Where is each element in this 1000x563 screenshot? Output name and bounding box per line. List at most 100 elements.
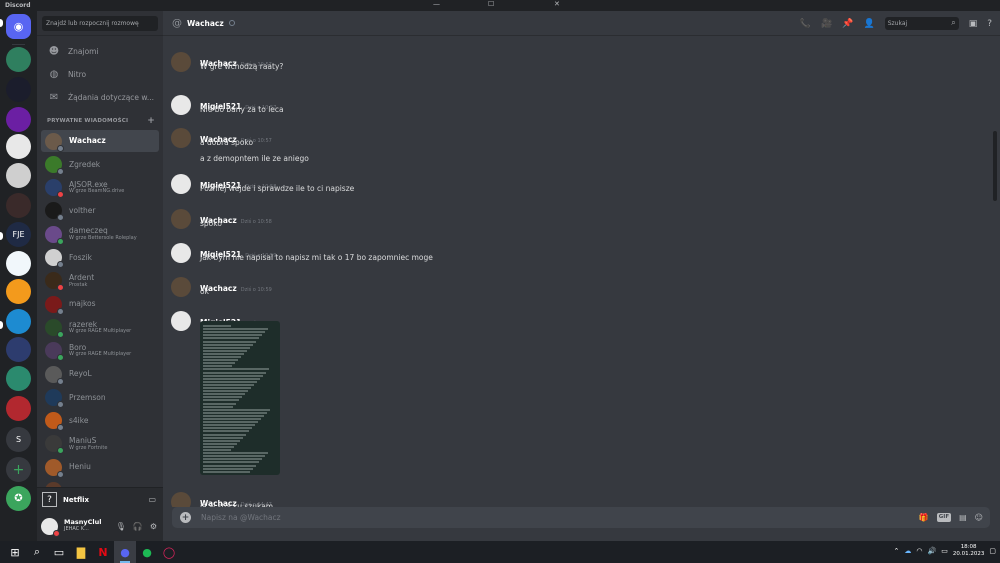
dm-item-przemson[interactable]: Przemson bbox=[41, 386, 159, 408]
gift-icon[interactable]: 🎁 bbox=[919, 513, 929, 522]
sticker-icon[interactable]: ▤ bbox=[959, 513, 967, 522]
attachment-line bbox=[203, 340, 256, 343]
server-icon-Direct Messages[interactable]: ◉ bbox=[6, 14, 31, 39]
dm-item-foszik[interactable]: Foszik bbox=[41, 247, 159, 269]
server-icon-add-server[interactable]: + bbox=[6, 457, 31, 482]
discord-taskbar-icon[interactable]: ● bbox=[114, 541, 136, 563]
server-icon-server-11[interactable] bbox=[6, 337, 31, 362]
user-avatar[interactable] bbox=[41, 517, 60, 537]
server-icon-server-3[interactable] bbox=[6, 107, 31, 132]
nav-item-message-requests[interactable]: ✉ Żądania dotyczące w... bbox=[41, 86, 159, 108]
server-icon-server-12[interactable] bbox=[6, 366, 31, 391]
file-explorer-icon[interactable]: ▇ bbox=[70, 541, 92, 563]
message-composer[interactable]: + Napisz na @Wachacz 🎁 GIF ▤ ☺ bbox=[172, 507, 990, 528]
message-avatar[interactable] bbox=[171, 209, 191, 229]
attachment-line bbox=[203, 424, 255, 427]
create-dm-icon[interactable]: + bbox=[147, 116, 155, 126]
maximize-icon[interactable]: ☐ bbox=[488, 0, 494, 8]
image-attachment[interactable] bbox=[200, 321, 280, 475]
message-avatar[interactable] bbox=[171, 52, 191, 72]
clock[interactable]: 18:08 20.01.2023 bbox=[953, 544, 985, 558]
opera-icon[interactable]: ◯ bbox=[158, 541, 180, 563]
battery-icon[interactable]: ▭ bbox=[941, 547, 948, 555]
status-indicator bbox=[57, 284, 64, 292]
nav-item-nitro[interactable]: ◍ Nitro bbox=[41, 63, 159, 85]
dm-item-ajsorexe[interactable]: AJSOR.exe W grze BeamNG.drive bbox=[41, 177, 159, 199]
pin-icon[interactable]: 📌 bbox=[842, 19, 853, 29]
help-icon[interactable]: ? bbox=[987, 19, 992, 29]
search-icon[interactable]: ⌕ bbox=[26, 541, 48, 563]
chevron-up-icon[interactable]: ⌃ bbox=[894, 547, 900, 555]
dm-item-s4ike[interactable]: s4ike bbox=[41, 410, 159, 432]
message-avatar[interactable] bbox=[171, 174, 191, 194]
message-avatar[interactable] bbox=[171, 492, 191, 507]
server-icon-server-2[interactable] bbox=[6, 77, 31, 102]
microphone-icon[interactable]: 🎙 bbox=[116, 522, 126, 531]
server-icon-server-7[interactable]: FJE bbox=[6, 222, 31, 247]
dm-item-wachacz[interactable]: Wachacz bbox=[41, 130, 159, 152]
server-icon-server-13[interactable] bbox=[6, 396, 31, 421]
dm-search-input[interactable]: Znajdź lub rozpocznij rozmowę bbox=[42, 16, 158, 31]
server-icon-server-9[interactable] bbox=[6, 279, 31, 304]
close-icon[interactable]: ✕ bbox=[554, 0, 560, 8]
upload-icon[interactable]: + bbox=[180, 512, 191, 523]
gear-icon[interactable]: ⚙ bbox=[150, 522, 157, 531]
server-icon-server-4[interactable] bbox=[6, 134, 31, 159]
dm-item-manius[interactable]: ManiuS W grze Fortnite bbox=[41, 433, 159, 455]
voice-call-icon[interactable]: 📞 bbox=[800, 19, 811, 29]
message-text: W gre wchodzą raaty? bbox=[200, 62, 284, 71]
server-icon-server-1[interactable] bbox=[6, 47, 31, 72]
server-icon-server-10[interactable] bbox=[6, 309, 31, 334]
volume-icon[interactable]: 🔊 bbox=[928, 547, 937, 555]
message-text: a dobra spoko bbox=[200, 138, 254, 147]
minimize-icon[interactable]: — bbox=[433, 0, 440, 8]
cloud-icon[interactable]: ☁ bbox=[904, 547, 911, 555]
server-icon-explore[interactable]: ✪ bbox=[6, 486, 31, 511]
message-avatar[interactable] bbox=[171, 311, 191, 331]
message-avatar[interactable] bbox=[171, 128, 191, 148]
server-icon-server-8[interactable] bbox=[6, 251, 31, 276]
dm-item-dameczeq[interactable]: dameczeq W grze Bettersole Roleplay bbox=[41, 223, 159, 245]
emoji-icon[interactable]: ☺ bbox=[975, 513, 983, 522]
server-icon-server-14[interactable]: S bbox=[6, 427, 31, 452]
server-icon-server-6[interactable] bbox=[6, 193, 31, 218]
gif-icon[interactable]: GIF bbox=[936, 513, 952, 522]
netflix-icon[interactable]: N bbox=[92, 541, 114, 563]
dm-activity: W grze Bettersole Roleplay bbox=[69, 234, 137, 241]
wifi-icon[interactable]: ◠ bbox=[916, 547, 922, 555]
dm-item-zgredek[interactable]: Zgredek bbox=[41, 153, 159, 175]
dm-item-boro[interactable]: Boro W grze RAGE Multiplayer bbox=[41, 340, 159, 362]
inbox-icon[interactable]: ▣ bbox=[969, 19, 978, 29]
headphones-icon[interactable]: 🎧 bbox=[133, 522, 143, 531]
attachment-line bbox=[203, 458, 262, 461]
dm-item-volther[interactable]: volther bbox=[41, 200, 159, 222]
notifications-icon[interactable]: ▢ bbox=[989, 547, 996, 555]
spotify-icon[interactable]: ● bbox=[136, 541, 158, 563]
attachment-line bbox=[203, 455, 265, 458]
activity-panel[interactable]: ? Netflix ▭ bbox=[37, 487, 163, 511]
dm-item-razerek[interactable]: razerek W grze RAGE Multiplayer bbox=[41, 316, 159, 338]
message-avatar[interactable] bbox=[171, 243, 191, 263]
nav-item-friends[interactable]: ☻ Znajomi bbox=[41, 40, 159, 62]
windows-taskbar: ⊞ ⌕ ▭ ▇ N ● ● ◯ ⌃ ☁ ◠ 🔊 ▭ 18:08 20.01.20… bbox=[0, 541, 1000, 563]
attachment-line bbox=[203, 365, 232, 368]
add-friend-icon[interactable]: 👤 bbox=[863, 19, 874, 29]
dm-item-heniu[interactable]: Heniu bbox=[41, 456, 159, 478]
dm-item-reyol[interactable]: ReyoL bbox=[41, 363, 159, 385]
dm-item-ardent[interactable]: Ardent Prostak bbox=[41, 270, 159, 292]
avatar bbox=[45, 318, 64, 338]
dm-name: AJSOR.exe bbox=[69, 179, 108, 189]
video-call-icon[interactable]: 🎥 bbox=[821, 19, 832, 29]
dm-name: Przemson bbox=[69, 392, 106, 402]
dm-header-label: PRYWATNE WIADOMOŚCI bbox=[47, 118, 129, 124]
search-input[interactable]: Szukaj ⌕ bbox=[884, 17, 959, 30]
screen-share-icon[interactable]: ▭ bbox=[148, 495, 156, 504]
dm-item-majkos[interactable]: majkos bbox=[41, 293, 159, 315]
server-icon-server-5[interactable] bbox=[6, 163, 31, 188]
dm-name: ManiuS bbox=[69, 436, 97, 446]
scrollbar[interactable] bbox=[993, 131, 997, 201]
windows-start-icon[interactable]: ⊞ bbox=[4, 541, 26, 563]
message-avatar[interactable] bbox=[171, 277, 191, 297]
message-avatar[interactable] bbox=[171, 95, 191, 115]
task-view-icon[interactable]: ▭ bbox=[48, 541, 70, 563]
